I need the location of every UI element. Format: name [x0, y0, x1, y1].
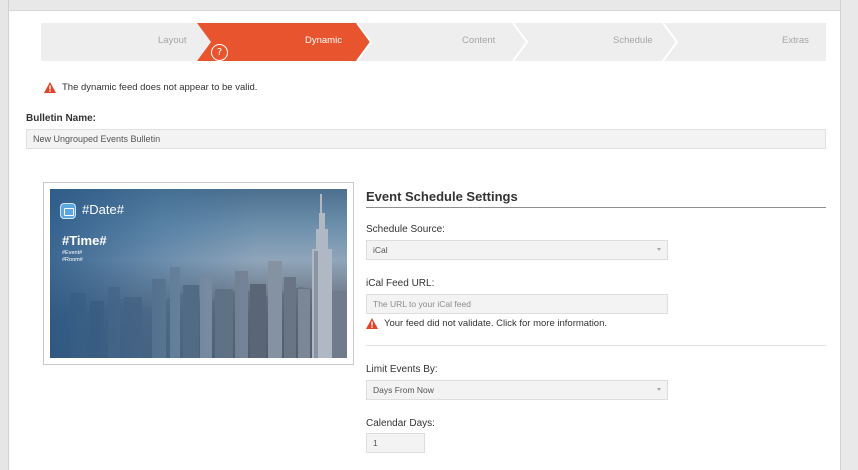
schedule-source-select[interactable]: iCal [366, 240, 668, 260]
limit-events-value: Days From Now [373, 385, 434, 395]
limit-events-label: Limit Events By: [366, 364, 438, 375]
preview-time: #Time# [62, 233, 107, 248]
section-divider [366, 207, 826, 208]
section-title: Event Schedule Settings [366, 189, 518, 204]
warning-triangle-icon [44, 82, 56, 93]
step-layout[interactable]: Layout [158, 35, 187, 46]
step-extras[interactable]: Extras [782, 35, 809, 46]
feed-warning-text: Your feed did not validate. Click for mo… [384, 318, 608, 329]
step-schedule[interactable]: Schedule [613, 35, 653, 46]
alert-message: The dynamic feed does not appear to be v… [62, 82, 258, 93]
feed-invalid-alert: The dynamic feed does not appear to be v… [44, 82, 257, 93]
warning-triangle-icon [366, 318, 378, 329]
calendar-icon [60, 203, 76, 219]
step-bg-content [357, 23, 527, 61]
ical-feed-input[interactable]: The URL to your iCal feed [366, 294, 668, 314]
preview-room: #Room# [62, 257, 83, 263]
calendar-days-input[interactable]: 1 [366, 433, 425, 453]
field-divider [366, 345, 826, 346]
step-content[interactable]: Content [462, 35, 495, 46]
scrollbar-track[interactable] [840, 0, 858, 470]
bulletin-name-input[interactable]: New Ungrouped Events Bulletin [26, 129, 826, 149]
schedule-source-value: iCal [373, 245, 388, 255]
layout-preview: #Date# #Time# #Event# #Room# [43, 182, 354, 365]
help-icon[interactable]: ? [211, 44, 228, 61]
bulletin-name-label: Bulletin Name: [26, 113, 97, 124]
preview-event: #Event# [62, 250, 83, 256]
limit-events-select[interactable]: Days From Now [366, 380, 668, 400]
wizard-steps: Layout Dynamic Content Schedule Extras ? [41, 23, 826, 61]
calendar-days-label: Calendar Days: [366, 418, 435, 429]
schedule-source-label: Schedule Source: [366, 224, 445, 235]
preview-image: #Date# #Time# #Event# #Room# [50, 189, 347, 358]
step-dynamic[interactable]: Dynamic [305, 35, 342, 46]
ical-feed-label: iCal Feed URL: [366, 278, 435, 289]
window-left-frame [0, 0, 9, 470]
preview-date: #Date# [82, 202, 124, 217]
feed-validation-warning[interactable]: Your feed did not validate. Click for mo… [366, 318, 607, 329]
window-top-frame [0, 0, 858, 11]
chevron-down-icon [657, 388, 661, 391]
chevron-down-icon [657, 248, 661, 251]
